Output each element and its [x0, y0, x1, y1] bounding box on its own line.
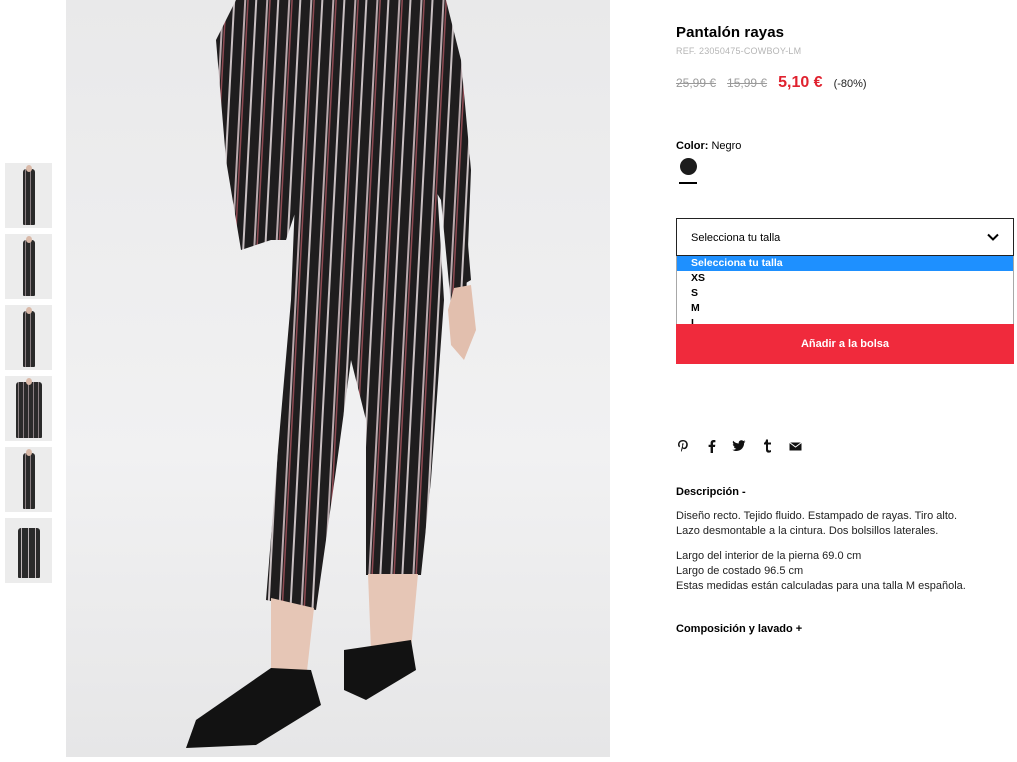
description-toggle[interactable]: Descripción -: [676, 486, 746, 498]
size-option-m[interactable]: M: [677, 301, 1013, 316]
sale-price: 5,10 €: [778, 74, 823, 91]
thumbnail-5[interactable]: [5, 447, 52, 512]
thumbnail-4[interactable]: [5, 376, 52, 441]
thumbnail-1[interactable]: [5, 163, 52, 228]
thumbnail-3[interactable]: [5, 305, 52, 370]
facebook-icon[interactable]: [704, 438, 718, 454]
color-swatch-black[interactable]: [680, 158, 697, 175]
description-line: Lazo desmontable a la cintura. Dos bolsi…: [676, 525, 939, 537]
model-illustration: [186, 0, 476, 748]
thumbnail-6[interactable]: [5, 518, 52, 583]
description-line: Largo de costado 96.5 cm: [676, 565, 804, 577]
size-select-label: Selecciona tu talla: [691, 232, 781, 244]
price-row: 25,99 € 15,99 € 5,10 € (-80%): [676, 74, 867, 92]
description-paragraph-1: Diseño recto. Tejido fluido. Estampado d…: [676, 509, 1014, 539]
size-option-xs[interactable]: XS: [677, 271, 1013, 286]
pinterest-icon[interactable]: [676, 438, 690, 454]
size-option-s[interactable]: S: [677, 286, 1013, 301]
color-label-row: Color: Negro: [676, 140, 741, 152]
description-line: Diseño recto. Tejido fluido. Estampado d…: [676, 510, 958, 522]
chevron-down-icon: [987, 233, 999, 241]
color-value: Negro: [711, 140, 742, 152]
tumblr-icon[interactable]: [760, 438, 774, 454]
size-option-placeholder[interactable]: Selecciona tu talla: [677, 256, 1013, 271]
main-product-image: [66, 0, 610, 757]
swatch-selected-indicator: [679, 182, 697, 184]
product-title: Pantalón rayas: [676, 24, 785, 41]
thumbnail-gallery: [5, 163, 53, 589]
add-to-bag-button[interactable]: Añadir a la bolsa: [676, 324, 1014, 364]
composition-toggle[interactable]: Composición y lavado +: [676, 623, 802, 635]
discount-badge: (-80%): [833, 78, 867, 90]
product-reference: REF. 23050475-COWBOY-LM: [676, 46, 802, 56]
previous-price: 15,99 €: [727, 76, 768, 90]
add-to-bag-label: Añadir a la bolsa: [800, 338, 890, 350]
description-line: Largo del interior de la pierna 69.0 cm: [676, 550, 862, 562]
description-line: Estas medidas están calculadas para una …: [676, 580, 966, 592]
email-icon[interactable]: [788, 438, 802, 454]
share-icons: [676, 438, 802, 454]
thumbnail-2[interactable]: [5, 234, 52, 299]
original-price: 25,99 €: [676, 76, 717, 90]
description-paragraph-2: Largo del interior de la pierna 69.0 cm …: [676, 549, 1014, 594]
twitter-icon[interactable]: [732, 438, 746, 454]
size-dropdown-list: Selecciona tu talla XS S M L: [676, 256, 1014, 332]
size-select[interactable]: Selecciona tu talla: [676, 218, 1014, 256]
color-label: Color:: [676, 140, 709, 152]
